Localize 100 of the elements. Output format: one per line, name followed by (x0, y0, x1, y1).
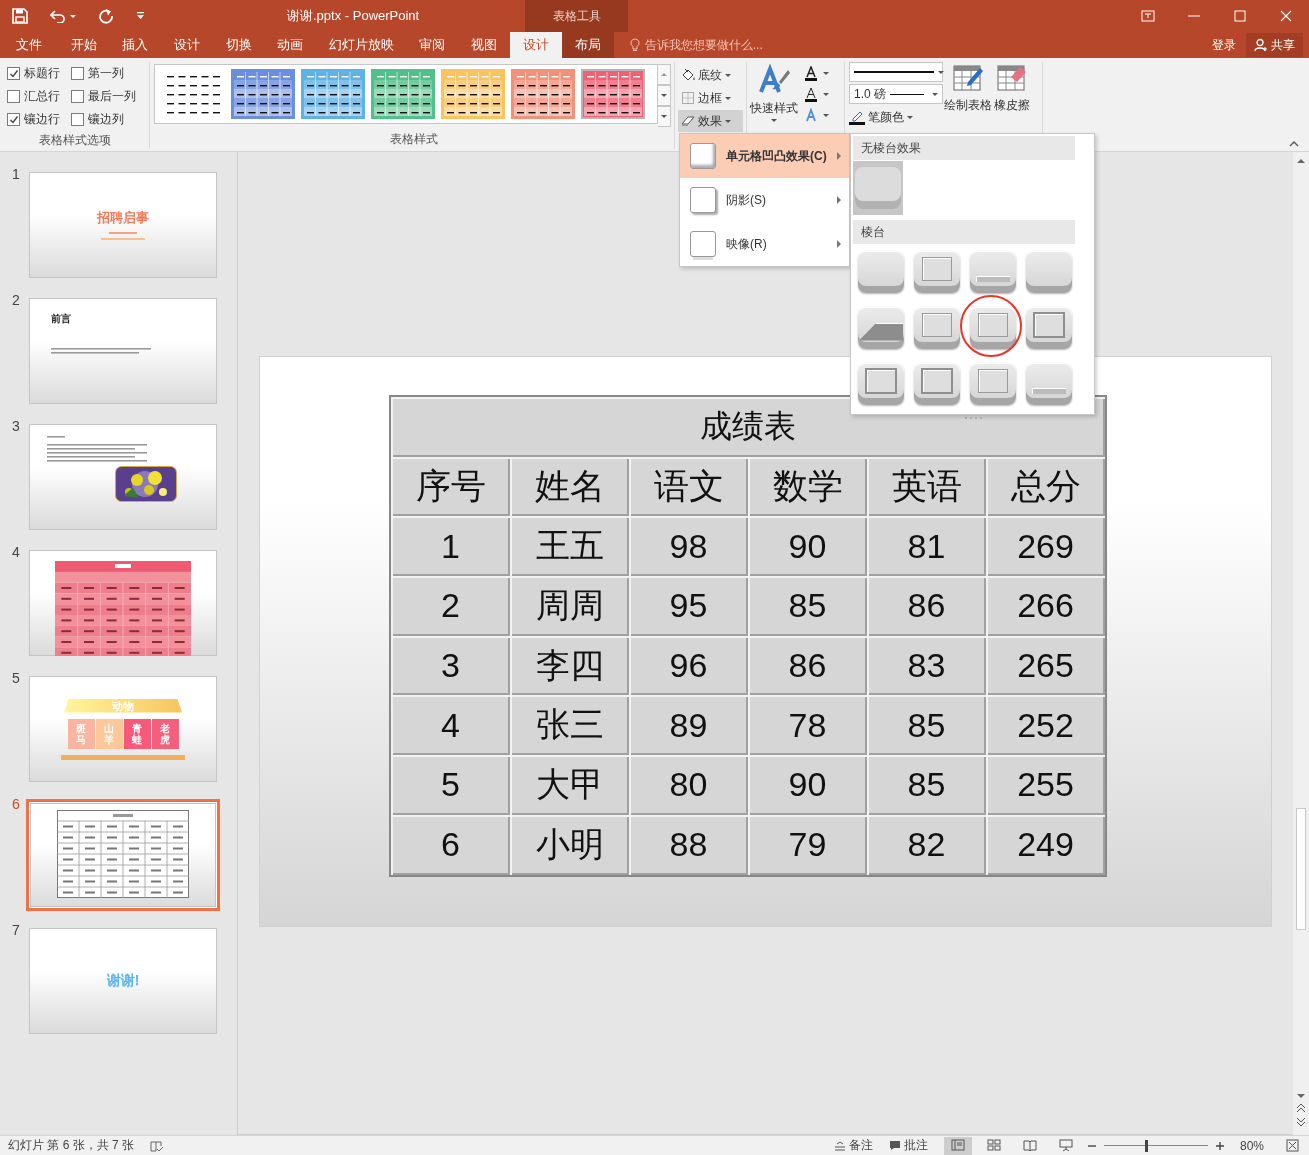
table-style-swatch[interactable] (581, 69, 645, 119)
ribbon-tab[interactable]: 开始 (58, 32, 110, 58)
caret-icon (907, 115, 913, 119)
redo-icon[interactable] (98, 8, 114, 24)
gallery-section-header: 棱台 (853, 220, 1075, 244)
fit-to-window-icon[interactable] (1286, 1139, 1299, 1152)
caret-icon (661, 73, 667, 76)
thin-line-icon (890, 92, 924, 96)
menu-item[interactable]: 阴影(S) (680, 178, 849, 222)
bevel-option[interactable] (856, 305, 906, 351)
bevel-option[interactable] (968, 305, 1018, 351)
table-cell: 张三 (510, 695, 629, 756)
slide-thumbnail[interactable] (26, 421, 220, 533)
save-icon[interactable] (12, 8, 28, 24)
animal-tile: 老虎 (151, 718, 179, 749)
slide-thumbnail[interactable] (26, 799, 220, 911)
ribbon-tab[interactable]: 插入 (109, 32, 162, 58)
eraser-button[interactable]: 橡皮擦 (993, 62, 1031, 114)
table-cell: 83 (867, 635, 986, 696)
ribbon-tab[interactable]: 布局 (561, 32, 614, 58)
checkbox[interactable] (7, 113, 20, 126)
bevel-option[interactable] (968, 249, 1018, 295)
bevel-option[interactable] (912, 249, 962, 295)
shading-button[interactable]: 底纹 (678, 64, 743, 86)
scrollbar-thumb[interactable] (1296, 808, 1306, 930)
slide-thumbnail[interactable] (26, 547, 220, 659)
effects-button[interactable]: 效果 (678, 110, 743, 132)
checkbox[interactable] (71, 113, 84, 126)
checkbox-label: 镶边行 (24, 111, 60, 128)
ribbon-tab[interactable]: 设计 (509, 32, 562, 58)
pen-style-dropdown[interactable] (849, 62, 943, 82)
ribbon-tab[interactable]: 文件 (0, 32, 58, 58)
bevel-option[interactable] (912, 361, 962, 407)
checkbox[interactable] (7, 67, 20, 80)
menu-item[interactable]: 单元格凹凸效果(C) (680, 134, 849, 178)
draw-table-button[interactable]: 绘制表格 (943, 62, 993, 114)
next-slide-icon[interactable] (1296, 1117, 1306, 1127)
table-style-swatch[interactable] (441, 69, 505, 119)
undo-icon[interactable] (50, 9, 66, 23)
table-style-swatch[interactable] (231, 69, 295, 119)
text-fill-icon[interactable] (804, 66, 818, 81)
table-cell: 255 (986, 755, 1105, 815)
bevel-option[interactable] (856, 361, 906, 407)
text-outline-icon[interactable] (804, 87, 818, 102)
slide-title: 招聘启事 (97, 209, 149, 227)
customize-icon[interactable] (136, 12, 145, 20)
table-style-swatch[interactable] (511, 69, 575, 119)
pen-weight-dropdown[interactable]: 1.0 磅 (849, 84, 943, 104)
previous-slide-icon[interactable] (1296, 1103, 1306, 1113)
table-pencil-icon (952, 63, 984, 93)
ribbon-tab[interactable]: 动画 (264, 32, 316, 58)
ribbon-tab[interactable]: 视图 (458, 32, 510, 58)
bevel-option[interactable] (1024, 249, 1074, 295)
scroll-up-icon[interactable] (1296, 158, 1306, 164)
bevel-option[interactable] (1024, 361, 1074, 407)
bevel-option[interactable] (912, 305, 962, 351)
caret-icon (938, 70, 944, 74)
collapse-ribbon-icon[interactable] (1289, 141, 1299, 147)
zoom-percent[interactable]: 80% (1239, 1138, 1264, 1153)
tell-me-box[interactable]: 告诉我您想要做什么... (629, 32, 763, 58)
sign-in-link[interactable]: 登录 (1212, 36, 1236, 54)
caret-icon (823, 93, 829, 96)
table-cell: 5 (391, 755, 510, 815)
pen-color-button[interactable]: 笔颜色 (849, 106, 943, 128)
checkbox-label: 镶边列 (88, 111, 124, 128)
caret-icon (725, 119, 731, 123)
table-cell: 90 (748, 516, 867, 577)
borders-button[interactable]: 边框 (678, 87, 743, 109)
checkbox[interactable] (71, 67, 84, 80)
ribbon-tab[interactable]: 幻灯片放映 (315, 32, 407, 58)
table-cell: 小明 (510, 814, 629, 875)
spell-check-icon[interactable] (150, 1139, 165, 1152)
table-style-swatch[interactable] (371, 69, 435, 119)
caret-icon (70, 14, 76, 18)
notes-button[interactable]: 备注 (833, 1137, 873, 1154)
gallery-down-button[interactable] (658, 85, 671, 106)
comments-button[interactable]: 批注 (888, 1137, 928, 1154)
maximize-icon (1233, 9, 1247, 23)
slider-thumb[interactable] (1144, 1139, 1148, 1152)
gallery-more-button[interactable] (658, 106, 671, 127)
menu-item[interactable]: 映像(R) (680, 222, 849, 266)
normal-view-button[interactable] (943, 1136, 972, 1155)
scroll-down-icon[interactable] (1296, 1093, 1306, 1099)
ribbon-tab[interactable]: 审阅 (406, 32, 459, 58)
text-effects-icon[interactable] (804, 108, 818, 123)
table-cell: 大甲 (510, 755, 629, 815)
checkbox[interactable] (71, 90, 84, 103)
zoom-in-icon[interactable] (1215, 1141, 1224, 1150)
ribbon-tab[interactable]: 设计 (161, 32, 213, 58)
table-cell: 2 (391, 576, 510, 636)
share-button[interactable]: 共享 (1246, 33, 1303, 57)
paint-bucket-icon (681, 68, 695, 82)
ribbon-tab[interactable]: 切换 (212, 32, 265, 58)
table-cell: 1 (391, 516, 510, 577)
bevel-option[interactable] (968, 361, 1018, 407)
bevel-option[interactable] (856, 249, 906, 295)
table-style-swatch[interactable] (301, 69, 365, 119)
checkbox[interactable] (7, 90, 20, 103)
bevel-option[interactable] (1024, 305, 1074, 351)
slide-thumbnail[interactable]: 前言 (26, 295, 220, 407)
